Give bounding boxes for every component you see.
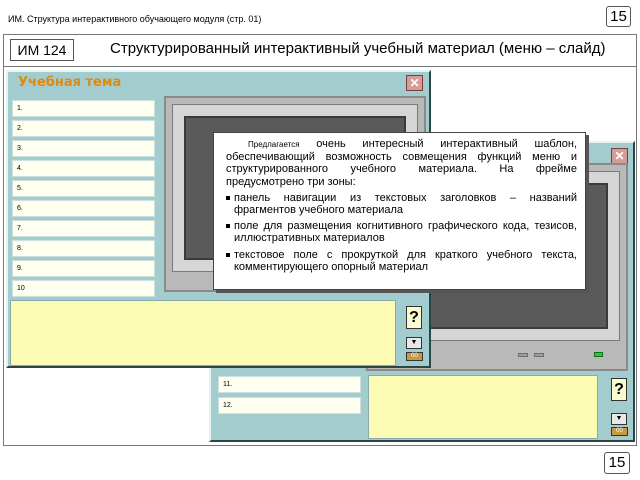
window-title: Учебная тема <box>18 75 122 90</box>
callout-bullet-text: поле для размещения когнитивного графиче… <box>234 220 577 245</box>
nav-item-7[interactable]: 7. <box>12 220 155 237</box>
nav-item-4[interactable]: 4. <box>12 160 155 177</box>
back-monitor-slot <box>534 353 544 357</box>
callout-bullet-text: текстовое поле с прокруткой для краткого… <box>234 248 577 273</box>
nav-item-9[interactable]: 9. <box>12 260 155 277</box>
page-number-bottom: 15 <box>604 452 630 474</box>
callout-intro: Предлагается очень интересный интерактив… <box>226 138 577 188</box>
nav-item-2[interactable]: 2. <box>12 120 155 137</box>
description-callout: Предлагается очень интересный интерактив… <box>213 132 586 290</box>
nav-item-10[interactable]: 10 <box>12 280 155 297</box>
bullet-dot-icon <box>226 252 230 257</box>
callout-intro-lead: Предлагается <box>248 140 300 149</box>
back-extra-button[interactable]: 00 <box>611 427 628 436</box>
back-nav-item-12[interactable]: 12. <box>218 397 361 414</box>
callout-bullet-text: панель навигации из текстовых заголовков… <box>234 191 577 217</box>
title-divider <box>3 66 637 67</box>
nav-item-6[interactable]: 6. <box>12 200 155 217</box>
help-button[interactable]: ? <box>406 306 422 329</box>
extra-button[interactable]: 00 <box>406 352 423 361</box>
text-zone <box>10 300 396 366</box>
page-number-top: 15 <box>606 6 631 27</box>
module-caption: ИМ. Структура интерактивного обучающего … <box>8 14 262 24</box>
front-window-close-button[interactable]: ✕ <box>406 75 423 91</box>
nav-item-1[interactable]: 1. <box>12 100 155 117</box>
nav-item-5[interactable]: 5. <box>12 180 155 197</box>
back-window-text-zone <box>368 375 598 439</box>
back-window-close-button[interactable]: ✕ <box>611 148 628 164</box>
bullet-dot-icon <box>226 195 230 200</box>
back-monitor-slot <box>518 353 528 357</box>
callout-bullet: текстовое поле с прокруткой для краткого… <box>226 249 577 273</box>
bullet-dot-icon <box>226 224 230 229</box>
callout-bullet: поле для размещения когнитивного графиче… <box>226 220 577 244</box>
back-nav-item-11[interactable]: 11. <box>218 376 361 393</box>
page-title: Структурированный интерактивный учебный … <box>110 40 606 57</box>
nav-item-8[interactable]: 8. <box>12 240 155 257</box>
back-scroll-down-button[interactable]: ▼ <box>611 413 627 425</box>
callout-bullet: панель навигации из текстовых заголовков… <box>226 192 577 216</box>
nav-item-3[interactable]: 3. <box>12 140 155 157</box>
scroll-down-button[interactable]: ▼ <box>406 337 422 349</box>
back-monitor-power-led <box>594 352 603 357</box>
back-help-button[interactable]: ? <box>611 378 627 401</box>
im-code-badge: ИМ 124 <box>10 39 74 61</box>
